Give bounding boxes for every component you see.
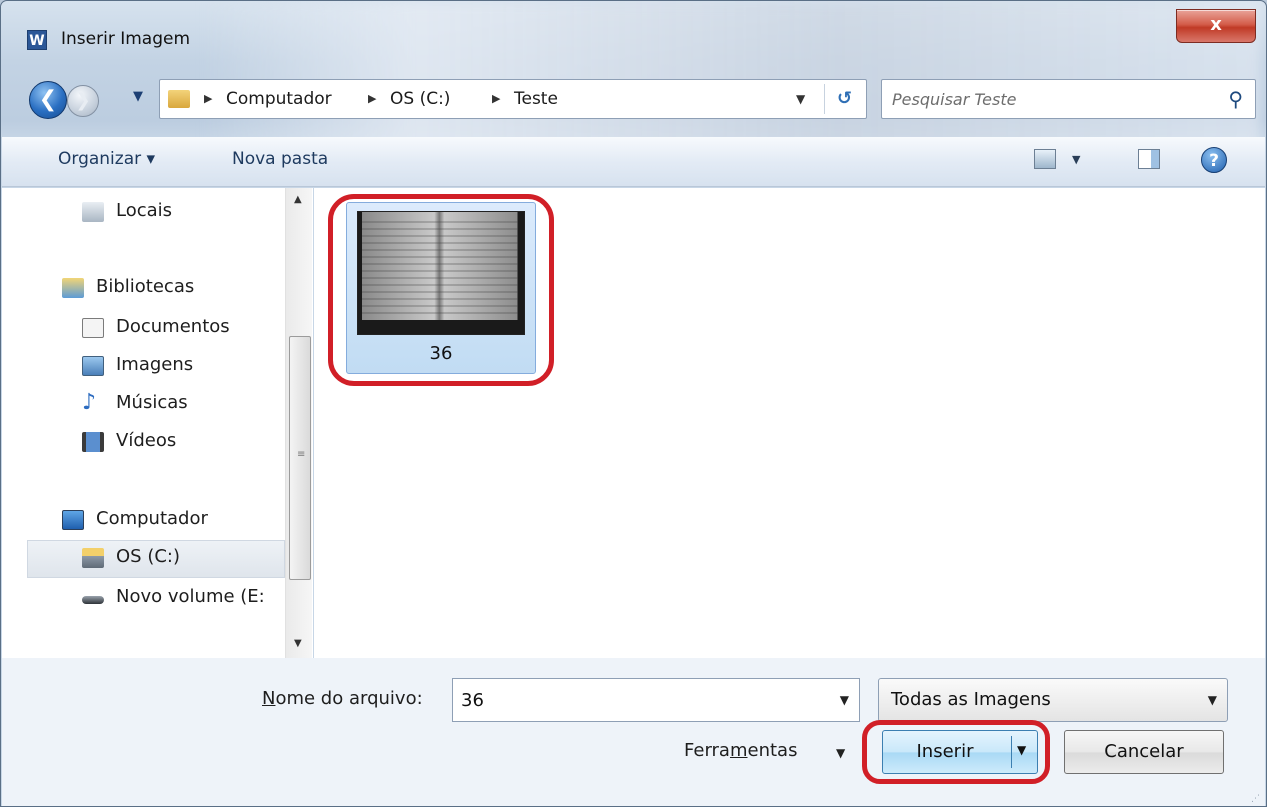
- libraries-icon: [62, 278, 84, 298]
- dialog-footer: Nome do arquivo: ▼ Todas as Imagens ▼ Fe…: [2, 658, 1265, 806]
- videos-icon: [82, 432, 104, 452]
- navigation-pane: Locais Bibliotecas Documentos Imagens ♪ …: [2, 188, 313, 658]
- scroll-up-icon[interactable]: ▲: [294, 194, 302, 205]
- search-input[interactable]: [890, 86, 1210, 112]
- change-view-icon[interactable]: [1034, 149, 1056, 169]
- address-bar[interactable]: ▶ Computador ▶ OS (C:) ▶ Teste ▼ ↺: [159, 79, 867, 119]
- cancel-button[interactable]: Cancelar: [1064, 730, 1224, 774]
- breadcrumb-chevron-icon[interactable]: ▶: [492, 92, 500, 105]
- file-type-select[interactable]: Todas as Imagens ▼: [878, 678, 1228, 722]
- folder-icon: [168, 90, 190, 108]
- scrollbar-thumb[interactable]: ≡: [289, 336, 311, 580]
- help-icon[interactable]: ?: [1201, 147, 1227, 173]
- view-dropdown-icon[interactable]: ▼: [1072, 153, 1080, 166]
- command-toolbar: Organizar ▾ Nova pasta ▼ ?: [2, 137, 1265, 187]
- nav-scrollbar[interactable]: ▲ ≡ ▼: [285, 188, 312, 658]
- drive-c-icon: [82, 548, 104, 568]
- breadcrumb-teste[interactable]: Teste: [514, 89, 558, 109]
- breadcrumb-os-c[interactable]: OS (C:): [390, 89, 450, 109]
- filename-field[interactable]: ▼: [452, 678, 860, 722]
- search-box[interactable]: ⚲: [881, 79, 1256, 119]
- preview-pane-icon[interactable]: [1138, 149, 1160, 169]
- annotation-highlight-file: [328, 194, 554, 386]
- sidebar-item-documentos[interactable]: Documentos: [82, 314, 272, 344]
- resize-grip-icon[interactable]: ⋰: [1251, 794, 1260, 804]
- sidebar-item-computador[interactable]: Computador: [62, 506, 272, 536]
- places-icon: [82, 202, 104, 222]
- filename-input[interactable]: [459, 687, 819, 713]
- breadcrumb-chevron-icon[interactable]: ▶: [204, 92, 212, 105]
- scroll-down-icon[interactable]: ▼: [294, 638, 302, 649]
- title-bar[interactable]: W Inserir Imagem x: [1, 1, 1266, 59]
- tools-button[interactable]: Ferramentas: [684, 740, 797, 761]
- sidebar-item-locais[interactable]: Locais: [82, 198, 272, 228]
- sidebar-item-novo-volume[interactable]: Novo volume (E:: [82, 584, 272, 614]
- insert-image-dialog: W Inserir Imagem x ❮ ❯ ▼ ▶ Computador ▶ …: [0, 0, 1267, 807]
- file-type-dropdown-icon[interactable]: ▼: [1208, 693, 1217, 707]
- sidebar-item-os-c[interactable]: OS (C:): [82, 544, 272, 574]
- search-icon[interactable]: ⚲: [1228, 87, 1243, 111]
- breadcrumb-computador[interactable]: Computador: [226, 89, 332, 109]
- address-dropdown-icon[interactable]: ▼: [796, 92, 805, 106]
- pictures-icon: [82, 356, 104, 376]
- sidebar-item-imagens[interactable]: Imagens: [82, 352, 272, 382]
- history-dropdown-icon[interactable]: ▼: [133, 89, 143, 104]
- sidebar-item-videos[interactable]: Vídeos: [82, 428, 272, 458]
- tools-dropdown-icon[interactable]: ▼: [836, 746, 845, 760]
- annotation-highlight-insert: [862, 720, 1050, 784]
- file-list-area[interactable]: 36: [314, 188, 1265, 658]
- breadcrumb-chevron-icon[interactable]: ▶: [368, 92, 376, 105]
- forward-arrow-icon[interactable]: ❯: [67, 85, 99, 117]
- grip-icon: ≡: [297, 449, 305, 460]
- music-icon: ♪: [82, 390, 97, 415]
- organize-button[interactable]: Organizar ▾: [58, 149, 155, 169]
- sidebar-item-bibliotecas[interactable]: Bibliotecas: [62, 274, 272, 304]
- word-app-icon: W: [27, 30, 47, 50]
- drive-e-icon: [82, 596, 104, 604]
- close-button[interactable]: x: [1176, 9, 1256, 43]
- sidebar-item-musicas[interactable]: ♪ Músicas: [82, 390, 272, 420]
- new-folder-button[interactable]: Nova pasta: [232, 149, 328, 169]
- computer-icon: [62, 510, 84, 530]
- navigation-bar: ❮ ❯ ▼ ▶ Computador ▶ OS (C:) ▶ Teste ▼ ↺…: [1, 71, 1266, 127]
- refresh-icon[interactable]: ↺: [824, 84, 864, 114]
- filename-dropdown-icon[interactable]: ▼: [840, 693, 849, 707]
- filename-label: Nome do arquivo:: [262, 688, 423, 709]
- documents-icon: [82, 318, 104, 338]
- back-arrow-icon[interactable]: ❮: [29, 81, 67, 119]
- window-title: Inserir Imagem: [61, 29, 191, 49]
